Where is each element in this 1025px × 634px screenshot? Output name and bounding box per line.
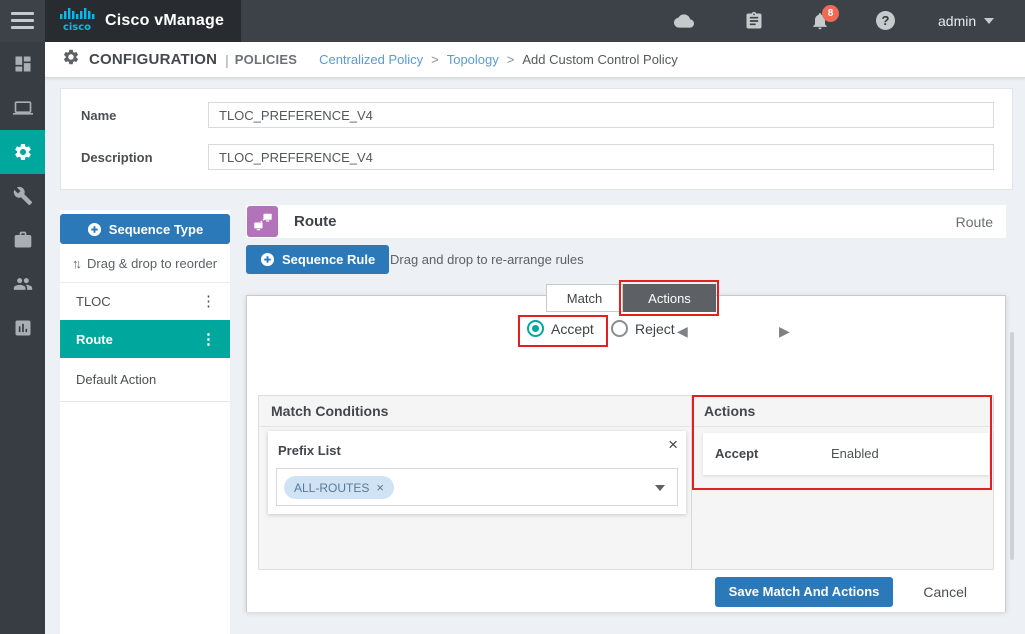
briefcase-icon	[13, 230, 33, 250]
kebab-menu-icon[interactable]: ⋮	[201, 332, 216, 347]
add-sequence-type-button[interactable]: Sequence Type	[60, 214, 230, 244]
prefix-list-dropdown[interactable]: ALL-ROUTES ×	[276, 468, 678, 506]
prefix-list-card: Prefix List × ALL-ROUTES ×	[268, 431, 686, 514]
reject-radio-label: Reject	[635, 321, 675, 337]
username-label: admin	[938, 13, 976, 29]
actions-summary-section: Actions Accept Enabled	[692, 396, 993, 569]
sidebar-item-tools[interactable]	[0, 174, 45, 218]
sequence-item-route[interactable]: Route ⋮	[60, 320, 230, 358]
match-conditions-section: Match Conditions Prefix List × ALL-ROUTE…	[259, 396, 692, 569]
chip-label: ALL-ROUTES	[294, 481, 369, 495]
sequence-item-label: TLOC	[76, 294, 111, 309]
add-sequence-rule-label: Sequence Rule	[282, 252, 375, 267]
chip-remove-icon[interactable]: ×	[376, 480, 384, 495]
route-section-header: Route Route	[246, 205, 1006, 238]
description-input[interactable]	[208, 144, 994, 170]
notification-count-badge: 8	[822, 5, 839, 22]
gear-icon	[13, 142, 33, 162]
sequence-panel: Sequence Type ↑↓ Drag & drop to reorder …	[60, 210, 230, 634]
up-down-arrows-icon: ↑↓	[72, 256, 79, 271]
configuration-gear-icon	[62, 48, 80, 71]
plus-circle-icon	[260, 252, 275, 267]
page-subsection-title: POLICIES	[235, 52, 297, 67]
sequence-rule-editor-card: Accept Reject ◀ ▶ Protocol IPv4 Export T…	[246, 295, 1006, 612]
reorder-hint: ↑↓ Drag & drop to reorder	[72, 250, 217, 276]
accept-radio-label: Accept	[551, 321, 594, 337]
reorder-hint-text: Drag & drop to reorder	[87, 256, 217, 271]
add-sequence-rule-button[interactable]: Sequence Rule	[246, 245, 389, 274]
sidebar-item-analytics[interactable]	[0, 306, 45, 350]
actions-row-value: Enabled	[831, 446, 879, 461]
sidebar-item-dashboard[interactable]	[0, 42, 45, 86]
actions-summary-card: Accept Enabled	[703, 433, 989, 475]
brand-block: cisco Cisco vManage	[45, 0, 241, 42]
radio-selected-icon[interactable]	[527, 320, 544, 337]
laptop-icon	[13, 98, 33, 118]
scrollbar-thumb[interactable]	[1010, 332, 1014, 560]
name-label: Name	[81, 108, 116, 123]
cancel-button[interactable]: Cancel	[923, 584, 967, 600]
hamburger-menu-icon[interactable]	[11, 12, 34, 29]
match-conditions-title: Match Conditions	[259, 396, 691, 427]
kebab-menu-icon[interactable]: ⋮	[201, 294, 216, 309]
prefix-list-chip: ALL-ROUTES ×	[284, 476, 394, 499]
cloud-icon[interactable]	[674, 11, 694, 31]
vmanage-app: cisco Cisco vManage 8 ? admin	[0, 0, 1025, 634]
help-icon[interactable]: ?	[876, 11, 895, 30]
users-icon	[13, 274, 33, 294]
chevron-down-icon	[984, 18, 994, 24]
sequence-item-default-action[interactable]: Default Action	[60, 358, 230, 402]
plus-circle-icon	[87, 222, 102, 237]
route-network-icon	[247, 206, 278, 237]
close-icon[interactable]: ×	[668, 435, 678, 455]
sidebar-item-monitor[interactable]	[0, 86, 45, 130]
rule-editor-footer: Save Match And Actions Cancel	[247, 571, 1005, 612]
reject-radio[interactable]: Reject	[611, 320, 675, 337]
sidebar-item-maintenance[interactable]	[0, 218, 45, 262]
sidebar-item-configuration[interactable]	[0, 130, 45, 174]
route-title: Route	[294, 213, 337, 230]
user-menu[interactable]: admin	[938, 0, 994, 42]
chevron-down-icon	[655, 485, 665, 491]
scroll-right-arrow-icon[interactable]: ▶	[779, 324, 790, 338]
breadcrumb-current-page: Add Custom Control Policy	[522, 52, 677, 67]
breadcrumb-link-centralized-policy[interactable]: Centralized Policy	[319, 52, 423, 67]
radio-unselected-icon[interactable]	[611, 320, 628, 337]
conditions-actions-panel: Match Conditions Prefix List × ALL-ROUTE…	[258, 395, 994, 570]
sidebar-item-administration[interactable]	[0, 262, 45, 306]
sequence-item-label: Route	[76, 332, 113, 347]
left-nav-sidebar	[0, 42, 45, 634]
breadcrumb-link-topology[interactable]: Topology	[447, 52, 499, 67]
rearrange-hint-text: Drag and drop to re-arrange rules	[390, 252, 584, 267]
cisco-logo-icon: cisco	[58, 6, 96, 37]
actions-summary-title: Actions	[692, 396, 993, 427]
dashboard-icon	[13, 54, 33, 74]
breadcrumb-separator: >	[507, 52, 515, 67]
scroll-left-arrow-icon[interactable]: ◀	[677, 324, 688, 338]
tab-match[interactable]: Match	[546, 284, 623, 312]
breadcrumb-separator: >	[431, 52, 439, 67]
description-label: Description	[81, 150, 153, 165]
top-bar: cisco Cisco vManage 8 ? admin	[0, 0, 1025, 42]
breadcrumb-divider: |	[225, 52, 229, 68]
actions-row-label: Accept	[715, 446, 758, 461]
sequence-item-label: Default Action	[76, 372, 156, 387]
tasks-clipboard-icon[interactable]	[744, 11, 764, 31]
save-match-and-actions-button[interactable]: Save Match And Actions	[715, 577, 894, 607]
accept-radio[interactable]: Accept	[527, 320, 594, 337]
name-input[interactable]	[208, 102, 994, 128]
route-type-label: Route	[956, 214, 993, 230]
policy-details-card: Name Description	[60, 88, 1013, 190]
breadcrumb: CONFIGURATION | POLICIES Centralized Pol…	[45, 42, 1025, 78]
add-sequence-type-label: Sequence Type	[109, 222, 203, 237]
page-section-title: CONFIGURATION	[89, 51, 217, 68]
svg-text:cisco: cisco	[63, 22, 91, 32]
sequence-item-tloc[interactable]: TLOC ⋮	[60, 282, 230, 320]
tab-actions[interactable]: Actions	[623, 284, 716, 312]
prefix-list-label: Prefix List	[278, 443, 341, 458]
product-title: Cisco vManage	[105, 12, 224, 30]
bar-chart-icon	[13, 318, 33, 338]
wrench-icon	[13, 186, 33, 206]
